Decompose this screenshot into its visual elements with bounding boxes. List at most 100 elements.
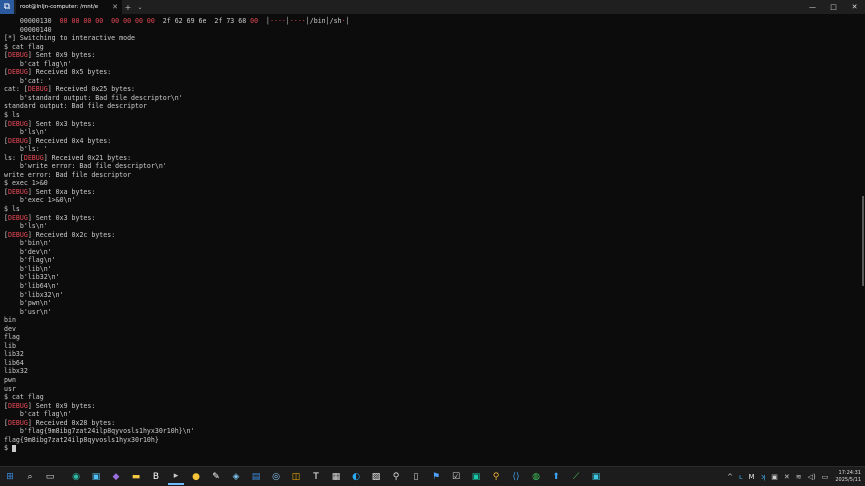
tray-app1-icon[interactable]: ʟ: [739, 473, 743, 481]
pen-icon[interactable]: ✎: [208, 469, 224, 485]
clock-date: 2025/5/11: [835, 477, 861, 483]
terminal-line: b'cat flag\n': [4, 60, 856, 69]
document-icon[interactable]: ▯: [408, 469, 424, 485]
terminal-line: b'cat: ': [4, 77, 856, 86]
wifi-icon[interactable]: ≋: [796, 473, 802, 481]
terminal-text: cat: [: [4, 85, 28, 94]
terminal-text: ] Sent 0xa bytes:: [27, 187, 96, 196]
terminal-app-icon[interactable]: ⧉: [0, 0, 14, 14]
terminal-text: DEBUG: [7, 51, 28, 60]
terminal-text: $ cat flag: [4, 42, 44, 51]
terminal-text: DEBUG: [7, 187, 28, 196]
terminal-line: cat: [DEBUG] Received 0x25 bytes:: [4, 85, 856, 94]
terminal-line: b'ls: ': [4, 145, 856, 154]
terminal-text: b'exec 1>&0\n': [4, 196, 76, 205]
windows-start-icon[interactable]: ⊞: [2, 469, 18, 485]
terminal-line: b'exec 1>&0\n': [4, 196, 856, 205]
terminal-line: [DEBUG] Received 0x4 bytes:: [4, 137, 856, 146]
vmware-icon[interactable]: ▤: [248, 469, 264, 485]
terminal-line: lib: [4, 342, 856, 351]
wechat-icon[interactable]: ◍: [528, 469, 544, 485]
search-icon[interactable]: ⌕: [22, 469, 38, 485]
terminal-line: 00000140: [4, 26, 856, 35]
visual-studio-icon[interactable]: ◆: [108, 469, 124, 485]
clock[interactable]: 17:24:31 2025/5/11: [835, 470, 861, 484]
checklist-icon[interactable]: ☑: [448, 469, 464, 485]
tray-overflow-chevron-icon[interactable]: ^: [727, 473, 733, 481]
terminal-text: 2f 62 69 6e 2f 73 68: [154, 17, 251, 25]
terminal-text: dev: [4, 324, 16, 333]
tray-app4-icon[interactable]: ▣: [771, 473, 778, 481]
terminal-line: b'bin\n': [4, 239, 856, 248]
terminal-text: ] Received 0x4 bytes:: [27, 136, 112, 145]
terminal-text: ] Sent 0x9 bytes:: [27, 51, 96, 60]
terminal-line: b'usr\n': [4, 308, 856, 317]
tray-app2-icon[interactable]: M: [749, 473, 755, 481]
upload-icon[interactable]: ⬆: [548, 469, 564, 485]
tray-app3-icon[interactable]: ʞ: [761, 473, 766, 481]
terminal-text: DEBUG: [7, 230, 28, 239]
terminal-text: write error: Bad file descriptor: [4, 170, 132, 179]
code-editor-icon[interactable]: ⟨⟩: [508, 469, 524, 485]
terminal-text: b'pwn\n': [4, 299, 52, 308]
app-store-icon[interactable]: ▣: [88, 469, 104, 485]
notes-icon[interactable]: ●: [188, 469, 204, 485]
brush-icon[interactable]: ⟋: [568, 469, 584, 485]
tab-terminal[interactable]: root@lnljn-computer: /mnt/e ✕: [16, 0, 122, 14]
terminal-text: b'dev\n': [4, 247, 52, 256]
terminal-line: [DEBUG] Sent 0x9 bytes:: [4, 402, 856, 411]
flag-tool-icon[interactable]: ⚑: [428, 469, 444, 485]
terminal-text: ] Sent 0x3 bytes:: [27, 213, 96, 222]
tray-app5-icon[interactable]: ✕: [784, 473, 790, 481]
terminal-text: lib64: [4, 358, 24, 367]
magnifier-tool-icon[interactable]: ⚲: [388, 469, 404, 485]
terminal-output[interactable]: 00000130 00 00 00 00 00 00 00 00 2f 62 6…: [0, 15, 860, 465]
terminal-text: $ cat flag: [4, 393, 44, 402]
terminal-cursor: [11, 444, 16, 452]
terminal-text: DEBUG: [7, 418, 28, 427]
new-tab-button[interactable]: +: [122, 0, 134, 14]
terminal-line: $ ls: [4, 205, 856, 214]
volume-icon[interactable]: ◁): [808, 473, 816, 481]
code-viewer-icon[interactable]: ▣: [468, 469, 484, 485]
taskbar: ⊞ ⌕ ▭ ◉ ▣ ◆ ▬ B ▸ ● ✎ ◈ ▤ ◎ ◫ T ▦ ◐ ▨ ⚲ ▯ ⚑ ☑ ▣ ⚲ ⟨⟩ ◍ ⬆ ⟋ ▣ ^ ʟ Mʞ ▣ ✕ …: [0, 466, 865, 486]
close-tab-icon[interactable]: ✕: [112, 3, 118, 11]
terminal-line: standard output: Bad file descriptor: [4, 102, 856, 111]
terminal-text: standard output: Bad file descriptor: [4, 102, 147, 111]
terminal-line: bin: [4, 316, 856, 325]
terminal-line: b'ls\n': [4, 128, 856, 137]
terminal-line: b'lib64\n': [4, 282, 856, 291]
terminal-text: b'cat flag\n': [4, 59, 72, 68]
text-editor-icon[interactable]: T: [308, 469, 324, 485]
terminal-text: 00: [250, 17, 259, 25]
battery-icon[interactable]: ▭: [822, 473, 829, 481]
file-explorer-icon[interactable]: ▬: [128, 469, 144, 485]
terminal-icon[interactable]: ▸: [168, 469, 184, 485]
terminal-text: b'standard output: Bad file descriptor\n…: [4, 93, 183, 102]
screenshot-icon[interactable]: ◎: [268, 469, 284, 485]
terminal-text: b'ls: ': [4, 145, 48, 154]
vpn-icon[interactable]: ◐: [348, 469, 364, 485]
task-view-icon[interactable]: ▭: [42, 469, 58, 485]
minimize-button[interactable]: —: [802, 0, 823, 14]
terminal-text: b'bin\n': [4, 239, 52, 248]
terminal-text: b'lib\n': [4, 264, 52, 273]
terminal-text: ····: [289, 17, 306, 25]
image-viewer-icon[interactable]: ▨: [368, 469, 384, 485]
tab-dropdown-button[interactable]: ⌄: [134, 0, 146, 14]
network-tool-icon[interactable]: ◈: [228, 469, 244, 485]
edge-browser-icon[interactable]: ◉: [68, 469, 84, 485]
search-tool-icon[interactable]: ⚲: [488, 469, 504, 485]
terminal-line: write error: Bad file descriptor: [4, 171, 856, 180]
typora-icon[interactable]: B: [148, 469, 164, 485]
terminal-line: $ cat flag: [4, 393, 856, 402]
terminal-text: b'libx32\n': [4, 290, 64, 299]
cube-icon[interactable]: ◫: [288, 469, 304, 485]
calendar-icon[interactable]: ▦: [328, 469, 344, 485]
scrollbar[interactable]: [862, 196, 864, 286]
taskbar-apps: ⊞ ⌕ ▭ ◉ ▣ ◆ ▬ B ▸ ● ✎ ◈ ▤ ◎ ◫ T ▦ ◐ ▨ ⚲ ▯ ⚑ ☑ ▣ ⚲ ⟨⟩ ◍ ⬆ ⟋ ▣: [0, 469, 606, 485]
close-window-button[interactable]: ✕: [844, 0, 865, 14]
terminal-line: libx32: [4, 367, 856, 376]
maximize-button[interactable]: □: [823, 0, 844, 14]
ssh-client-icon[interactable]: ▣: [588, 469, 604, 485]
